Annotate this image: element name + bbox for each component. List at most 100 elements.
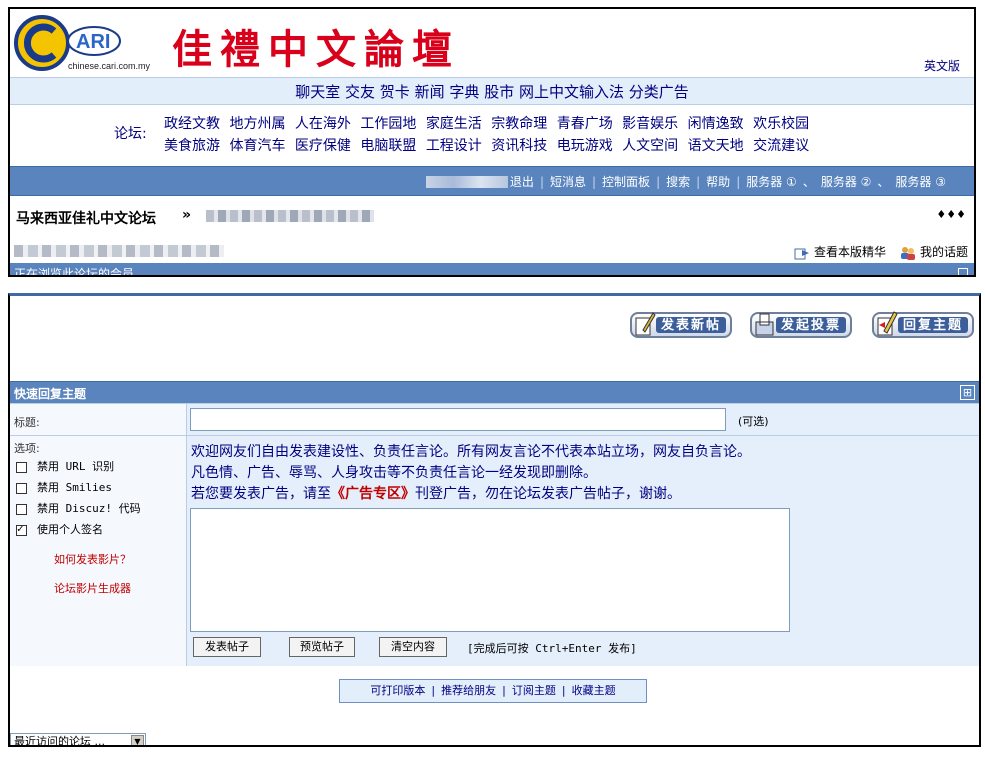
site-title: 佳禮中文論壇 (172, 26, 460, 73)
notice-line-2: 凡色情、广告、辱骂、人身攻击等不负责任言论一经发现即删除。 (191, 465, 597, 481)
dropdown-arrow-icon[interactable]: ▼ (131, 735, 144, 745)
subject-label: 标题: (14, 416, 40, 429)
service-chatroom-link[interactable]: 聊天室 (295, 83, 340, 101)
logout-link[interactable]: 退出 (510, 175, 534, 189)
forum-link[interactable]: 工程设计 (426, 138, 482, 154)
server-separator: 、 (877, 175, 890, 189)
checkbox[interactable] (16, 482, 27, 494)
new-poll-label: 发起投票 (776, 317, 846, 333)
forum-link[interactable]: 资讯科技 (491, 138, 547, 154)
service-ecards-link[interactable]: 贺卡 (380, 83, 410, 101)
nav-divider: | (592, 175, 597, 189)
forum-link[interactable]: 人在海外 (295, 116, 351, 132)
recommend-link[interactable]: 推荐给朋友 (441, 684, 496, 697)
nav-divider: | (656, 175, 661, 189)
breadcrumb-redacted (206, 210, 374, 222)
forum-link[interactable]: 美食旅游 (164, 138, 220, 154)
ad-zone-link[interactable]: 《广告专区》 (331, 486, 415, 502)
option-disable-smilies[interactable]: 禁用 Smilies (16, 479, 112, 495)
logo-text: ARI (76, 31, 110, 53)
printable-version-link[interactable]: 可打印版本 (370, 684, 425, 697)
nav-divider: | (539, 175, 544, 189)
subject-input[interactable] (190, 408, 726, 431)
forum-link[interactable]: 体育汽车 (229, 138, 285, 154)
reply-label: 回复主题 (898, 317, 968, 333)
forum-link[interactable]: 影音娱乐 (622, 116, 678, 132)
recent-forums-select[interactable]: 最近访问的论坛 ... ▼ (10, 733, 146, 745)
server-3-link[interactable]: 服务器 ③ (895, 175, 946, 189)
online-toggle-icon[interactable] (958, 268, 968, 275)
forum-link[interactable]: 语文天地 (688, 138, 744, 154)
checkbox[interactable] (16, 503, 27, 515)
forum-link[interactable]: 青春广场 (557, 116, 613, 132)
forum-link[interactable]: 电玩游戏 (557, 138, 613, 154)
forum-link[interactable]: 政经文教 (164, 116, 220, 132)
quick-reply-header: 快速回复主题 ⊞ (10, 381, 979, 403)
forum-link[interactable]: 闲情逸致 (688, 116, 744, 132)
help-link[interactable]: 帮助 (706, 175, 730, 189)
quick-reply-title: 快速回复主题 (14, 387, 87, 401)
clear-content-button[interactable]: 清空内容 (379, 637, 447, 657)
reply-button[interactable]: 回复主题 (872, 311, 974, 338)
my-topics-link[interactable]: 我的话题 (900, 243, 968, 260)
option-label: 使用个人签名 (37, 523, 103, 536)
view-digest-label: 查看本版精华 (813, 245, 886, 259)
nav-links: 退出 | 短消息 | 控制面板 | 搜索 | 帮助 | 服务器 ①、服务器 ②、服务器 ③ (510, 167, 946, 197)
message-textarea[interactable] (190, 508, 790, 632)
breadcrumb: 马来西亚佳礼中文论坛 » ♦♦♦ (10, 202, 974, 230)
service-classifieds-link[interactable]: 分类广告 (629, 83, 689, 101)
options-label: 选项: (14, 442, 40, 455)
forum-row-2: 美食旅游 体育汽车 医疗保健 电脑联盟 工程设计 资讯科技 电玩游戏 人文空间 … (164, 135, 814, 155)
submit-post-button[interactable]: 发表帖子 (193, 637, 261, 657)
service-input-method-link[interactable]: 网上中文输入法 (519, 83, 624, 101)
forum-link[interactable]: 欢乐校园 (753, 116, 809, 132)
server-2-link[interactable]: 服务器 ② (821, 175, 872, 189)
forum-link[interactable]: 电脑联盟 (360, 138, 416, 154)
option-label: 禁用 Smilies (37, 481, 112, 494)
new-post-button[interactable]: 发表新帖 (630, 312, 732, 338)
service-news-link[interactable]: 新闻 (415, 83, 445, 101)
forum-link[interactable]: 交流建议 (753, 138, 809, 154)
forum-header-panel: ARI chinese.cari.com.my 佳禮中文論壇 英文版 聊天室 交… (8, 7, 976, 277)
header: ARI chinese.cari.com.my 佳禮中文論壇 英文版 (10, 9, 974, 77)
checkbox[interactable] (16, 461, 27, 473)
forums-label: 论坛: (114, 126, 147, 142)
breadcrumb-home-link[interactable]: 马来西亚佳礼中文论坛 (16, 208, 156, 228)
info-row: 查看本版精华 我的话题 (10, 239, 974, 261)
cari-logo[interactable]: ARI chinese.cari.com.my (14, 13, 164, 73)
forum-link[interactable]: 地方州属 (229, 116, 285, 132)
new-poll-button[interactable]: 发起投票 (750, 312, 852, 338)
users-icon (900, 246, 915, 260)
forum-link[interactable]: 宗教命理 (491, 116, 547, 132)
subscribe-link[interactable]: 订阅主题 (512, 684, 556, 697)
more-options-icon[interactable]: ♦♦♦ (936, 208, 966, 221)
option-disable-url[interactable]: 禁用 URL 识别 (16, 458, 114, 474)
moderators-redacted (14, 245, 224, 257)
quick-reply-form: 标题: 选项: 禁用 URL 识别 禁用 Smilies 禁用 Discuz! … (10, 403, 979, 666)
option-disable-discuz-code[interactable]: 禁用 Discuz! 代码 (16, 500, 141, 516)
forum-link[interactable]: 工作园地 (360, 116, 416, 132)
messages-link[interactable]: 短消息 (550, 175, 586, 189)
english-version-link[interactable]: 英文版 (924, 57, 960, 74)
view-digest-link[interactable]: 查看本版精华 (794, 243, 886, 260)
preview-post-button[interactable]: 预览帖子 (289, 637, 355, 657)
forum-categories: 论坛: 政经文教 地方州属 人在海外 工作园地 家庭生活 宗教命理 青春广场 影… (10, 107, 974, 162)
forum-link[interactable]: 家庭生活 (426, 116, 482, 132)
forum-link[interactable]: 医疗保健 (295, 138, 351, 154)
checkbox-checked[interactable] (16, 522, 27, 536)
service-stocks-link[interactable]: 股市 (484, 83, 514, 101)
option-use-signature[interactable]: 使用个人签名 (16, 521, 103, 537)
how-to-post-video-link[interactable]: 如何发表影片？ (54, 551, 131, 567)
logo-url-text: chinese.cari.com.my (68, 61, 151, 71)
form-label-column: 标题: 选项: 禁用 URL 识别 禁用 Smilies 禁用 Discuz! … (10, 404, 187, 666)
server-1-link[interactable]: 服务器 ① (746, 175, 797, 189)
search-link[interactable]: 搜索 (666, 175, 690, 189)
collapse-icon[interactable]: ⊞ (960, 385, 975, 400)
video-generator-link[interactable]: 论坛影片生成器 (54, 580, 131, 596)
forum-link[interactable]: 人文空间 (622, 138, 678, 154)
subject-optional-hint: (可选) (738, 415, 769, 428)
favorite-link[interactable]: 收藏主题 (572, 684, 616, 697)
service-dating-link[interactable]: 交友 (345, 83, 375, 101)
service-dictionary-link[interactable]: 字典 (449, 83, 479, 101)
control-panel-link[interactable]: 控制面板 (602, 175, 650, 189)
